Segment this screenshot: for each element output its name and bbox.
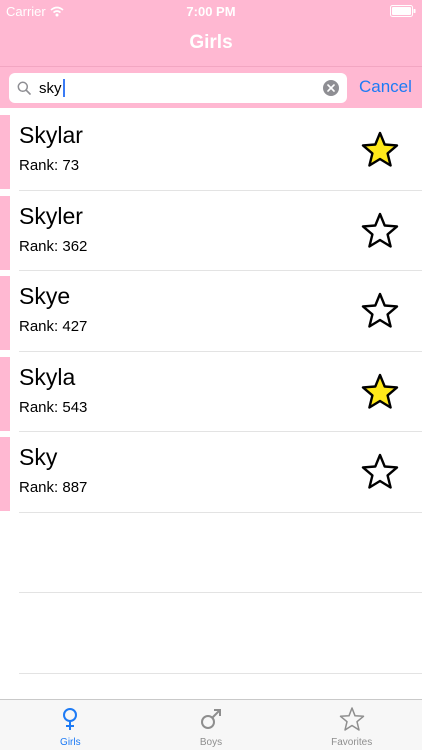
row-accent bbox=[0, 276, 10, 350]
star-filled-icon[interactable] bbox=[360, 372, 400, 412]
star-outline-icon[interactable] bbox=[360, 211, 400, 251]
search-value: sky bbox=[39, 79, 62, 97]
name-label: Skyla bbox=[19, 363, 76, 390]
tab-girls[interactable]: Girls bbox=[0, 700, 141, 750]
results-list: Skylar Rank: 73 Skyler Rank: 362 Skye Ra… bbox=[0, 110, 422, 513]
empty-row-separator bbox=[19, 673, 422, 674]
text-cursor bbox=[62, 79, 65, 97]
row-accent bbox=[0, 356, 10, 431]
tab-boys[interactable]: Boys bbox=[141, 700, 282, 750]
list-item[interactable]: Skyler Rank: 362 bbox=[0, 191, 422, 271]
row-accent bbox=[0, 195, 10, 270]
list-item[interactable]: Skyla Rank: 543 bbox=[0, 352, 422, 432]
rank-label: Rank: 887 bbox=[19, 479, 88, 496]
tab-bar: Girls Boys Favorites bbox=[0, 699, 422, 750]
star-outline-icon bbox=[339, 707, 364, 731]
rank-label: Rank: 362 bbox=[19, 237, 88, 255]
empty-row-separator bbox=[19, 592, 422, 593]
list-item[interactable]: Skylar Rank: 73 bbox=[0, 110, 422, 191]
name-label: Skyler bbox=[19, 202, 83, 229]
status-bar: Carrier 7:00 PM bbox=[0, 0, 422, 22]
search-text: sky bbox=[39, 79, 65, 97]
tab-favorites[interactable]: Favorites bbox=[281, 700, 422, 750]
battery-icon bbox=[390, 5, 416, 17]
header: Carrier 7:00 PM Girls sky Cancel bbox=[0, 0, 422, 108]
tab-label: Girls bbox=[60, 737, 81, 748]
list-item[interactable]: Sky Rank: 887 bbox=[0, 432, 422, 513]
rank-label: Rank: 427 bbox=[19, 318, 88, 335]
name-label: Skye bbox=[19, 283, 71, 309]
star-filled-icon[interactable] bbox=[360, 130, 400, 170]
name-label: Sky bbox=[19, 444, 58, 470]
female-icon bbox=[63, 708, 78, 730]
search-icon bbox=[17, 81, 31, 95]
cancel-button[interactable]: Cancel bbox=[359, 77, 412, 97]
male-icon bbox=[201, 709, 221, 729]
rank-label: Rank: 73 bbox=[19, 157, 80, 174]
row-accent bbox=[0, 437, 10, 511]
header-divider bbox=[0, 66, 422, 67]
search-input[interactable]: sky bbox=[9, 73, 347, 103]
app-screen: Carrier 7:00 PM Girls sky Cancel Skylar … bbox=[0, 0, 422, 750]
tab-label: Favorites bbox=[331, 737, 373, 748]
page-title: Girls bbox=[189, 32, 233, 53]
name-label: Skylar bbox=[19, 122, 83, 148]
rank-label: Rank: 543 bbox=[19, 398, 88, 416]
status-time: 7:00 PM bbox=[186, 4, 236, 19]
row-separator bbox=[19, 511, 422, 513]
star-outline-icon[interactable] bbox=[360, 291, 400, 331]
tab-label: Boys bbox=[199, 737, 223, 748]
row-accent bbox=[0, 115, 10, 189]
list-item[interactable]: Skye Rank: 427 bbox=[0, 271, 422, 352]
clear-icon[interactable] bbox=[323, 80, 339, 96]
star-outline-icon[interactable] bbox=[360, 452, 400, 492]
